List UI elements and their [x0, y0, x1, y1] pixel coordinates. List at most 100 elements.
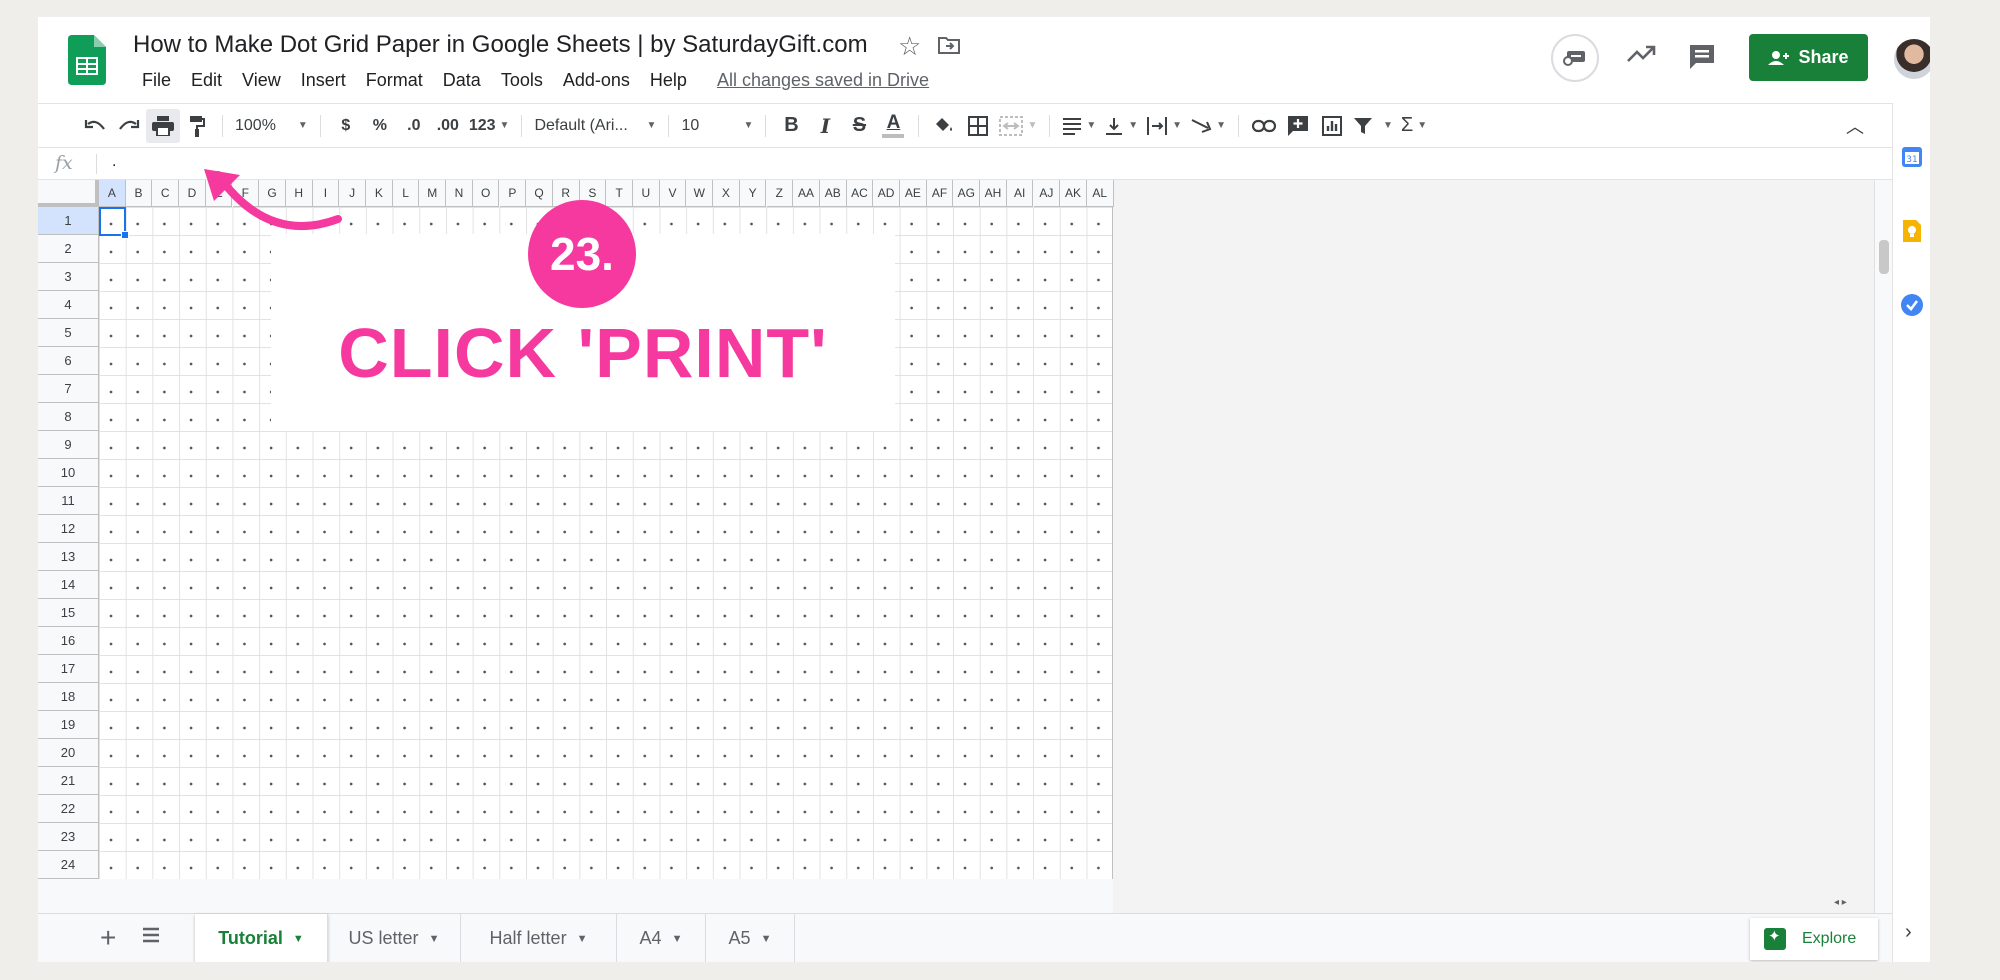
- column-header[interactable]: AJ: [1033, 180, 1061, 207]
- row-header[interactable]: 9: [38, 431, 99, 459]
- column-header[interactable]: K: [366, 180, 393, 207]
- column-header[interactable]: Y: [739, 180, 767, 207]
- chevron-up-icon[interactable]: ︿: [1846, 113, 1864, 139]
- scrollbar-thumb[interactable]: [1879, 240, 1889, 274]
- text-rotation-button[interactable]: ▼: [1186, 109, 1230, 143]
- chevron-right-icon[interactable]: ›: [1905, 921, 1912, 944]
- row-header[interactable]: 5: [38, 319, 99, 347]
- font-size-select[interactable]: 10 ▼: [677, 109, 757, 143]
- more-formats-select[interactable]: 123 ▼: [465, 109, 514, 143]
- menu-data[interactable]: Data: [433, 70, 491, 91]
- calendar-icon[interactable]: 31: [1900, 145, 1924, 169]
- row-header[interactable]: 14: [38, 571, 99, 599]
- row-header[interactable]: 8: [38, 403, 99, 431]
- redo-button[interactable]: [112, 109, 146, 143]
- column-header[interactable]: M: [419, 180, 447, 207]
- row-header[interactable]: 6: [38, 347, 99, 375]
- tasks-icon[interactable]: [1900, 293, 1924, 317]
- decrease-decimals-button[interactable]: .0: [397, 109, 431, 143]
- row-header[interactable]: 3: [38, 263, 99, 291]
- row-header[interactable]: 16: [38, 627, 99, 655]
- activity-dashboard-icon[interactable]: [1626, 43, 1656, 65]
- row-header[interactable]: 23: [38, 823, 99, 851]
- column-header[interactable]: Q: [526, 180, 553, 207]
- insert-comment-button[interactable]: [1281, 109, 1315, 143]
- column-header[interactable]: AH: [980, 180, 1007, 207]
- account-avatar[interactable]: [1894, 39, 1930, 79]
- formula-input[interactable]: .: [112, 153, 116, 171]
- column-header[interactable]: W: [686, 180, 714, 207]
- horizontal-align-button[interactable]: ▼: [1058, 109, 1100, 143]
- fill-color-button[interactable]: [927, 109, 961, 143]
- undo-button[interactable]: [78, 109, 112, 143]
- column-header[interactable]: AC: [846, 180, 874, 207]
- menu-file[interactable]: File: [132, 70, 181, 91]
- increase-decimals-button[interactable]: .00: [431, 109, 465, 143]
- italic-button[interactable]: I: [808, 109, 842, 143]
- row-header[interactable]: 20: [38, 739, 99, 767]
- column-header[interactable]: U: [633, 180, 660, 207]
- text-color-button[interactable]: A: [876, 109, 910, 143]
- column-header[interactable]: AI: [1006, 180, 1034, 207]
- row-header[interactable]: 19: [38, 711, 99, 739]
- share-button[interactable]: Share: [1749, 34, 1868, 81]
- column-header[interactable]: AA: [793, 180, 820, 207]
- vertical-align-button[interactable]: ▼: [1100, 109, 1142, 143]
- star-icon[interactable]: ☆: [898, 31, 921, 62]
- menu-format[interactable]: Format: [356, 70, 433, 91]
- menu-view[interactable]: View: [232, 70, 291, 91]
- percent-format-button[interactable]: %: [363, 109, 397, 143]
- column-header[interactable]: P: [499, 180, 527, 207]
- sheets-logo-icon[interactable]: [68, 35, 106, 85]
- save-status-link[interactable]: All changes saved in Drive: [697, 70, 929, 91]
- select-all-corner[interactable]: [38, 180, 99, 207]
- row-header[interactable]: 10: [38, 459, 99, 487]
- sheet-tab-tutorial[interactable]: Tutorial ▼: [195, 914, 328, 962]
- bold-button[interactable]: B: [774, 109, 808, 143]
- horizontal-scroll-arrows[interactable]: ◂ ▸: [1834, 897, 1847, 908]
- currency-format-button[interactable]: $: [329, 109, 363, 143]
- row-header[interactable]: 15: [38, 599, 99, 627]
- column-header[interactable]: AF: [926, 180, 954, 207]
- sheet-tab-a4[interactable]: A4 ▼: [617, 914, 706, 962]
- vertical-scrollbar[interactable]: [1874, 180, 1892, 913]
- sheet-tab-a5[interactable]: A5 ▼: [706, 914, 795, 962]
- column-header[interactable]: C: [152, 180, 180, 207]
- all-sheets-icon[interactable]: [142, 927, 160, 943]
- column-header[interactable]: O: [472, 180, 500, 207]
- explore-button[interactable]: Explore: [1750, 918, 1878, 960]
- filter-button[interactable]: ▼: [1349, 109, 1397, 143]
- row-header[interactable]: 22: [38, 795, 99, 823]
- column-header[interactable]: X: [713, 180, 740, 207]
- column-header[interactable]: T: [606, 180, 633, 207]
- column-header[interactable]: AK: [1060, 180, 1087, 207]
- column-header[interactable]: AL: [1086, 180, 1114, 207]
- menu-add-ons[interactable]: Add-ons: [553, 70, 640, 91]
- sheet-tab-us-letter[interactable]: US letter ▼: [328, 914, 461, 962]
- present-chat-icon[interactable]: [1551, 34, 1599, 82]
- column-header[interactable]: AD: [873, 180, 900, 207]
- print-button[interactable]: [146, 108, 180, 143]
- menu-edit[interactable]: Edit: [181, 70, 232, 91]
- menu-help[interactable]: Help: [640, 70, 697, 91]
- row-header[interactable]: 11: [38, 487, 99, 515]
- column-header[interactable]: V: [659, 180, 687, 207]
- comment-icon[interactable]: [1688, 43, 1716, 71]
- menu-insert[interactable]: Insert: [291, 70, 356, 91]
- row-header[interactable]: 7: [38, 375, 99, 403]
- column-header[interactable]: AB: [819, 180, 847, 207]
- row-header[interactable]: 1: [38, 207, 99, 235]
- merge-cells-button[interactable]: ▼: [995, 109, 1041, 143]
- zoom-select[interactable]: 100% ▼: [231, 109, 312, 143]
- font-family-select[interactable]: Default (Ari... ▼: [530, 109, 660, 143]
- row-header[interactable]: 13: [38, 543, 99, 571]
- column-header[interactable]: AG: [953, 180, 981, 207]
- paint-format-button[interactable]: [180, 109, 214, 143]
- column-header[interactable]: AE: [900, 180, 927, 207]
- menu-tools[interactable]: Tools: [491, 70, 553, 91]
- row-header[interactable]: 21: [38, 767, 99, 795]
- row-header[interactable]: 17: [38, 655, 99, 683]
- move-to-folder-icon[interactable]: [938, 35, 960, 55]
- selected-cell[interactable]: [99, 207, 129, 239]
- row-header[interactable]: 12: [38, 515, 99, 543]
